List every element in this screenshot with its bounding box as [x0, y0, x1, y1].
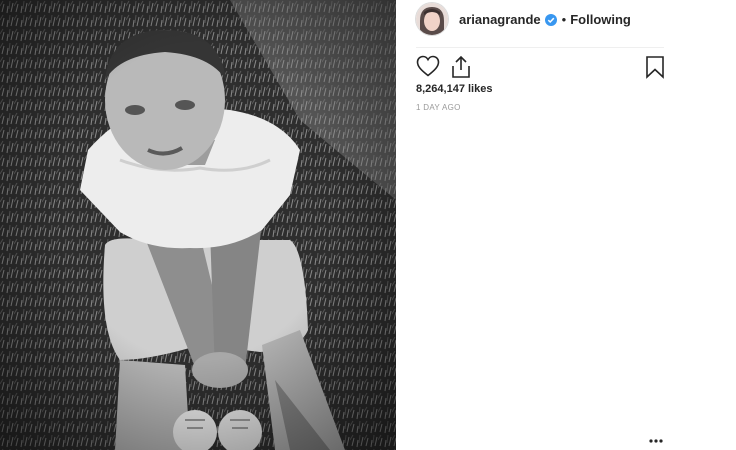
heart-icon[interactable]: [416, 55, 440, 82]
separator-dot: •: [561, 11, 567, 27]
share-icon[interactable]: [450, 55, 472, 84]
post-details-panel: arianagrande • Following 8,264,147 likes…: [396, 0, 736, 450]
likes-count[interactable]: 8,264,147 likes: [416, 83, 492, 95]
verified-badge-icon: [544, 13, 557, 26]
header-divider: [416, 47, 664, 48]
post-photo-image: [0, 0, 396, 450]
post-timestamp[interactable]: 1 DAY AGO: [416, 103, 461, 112]
more-options-icon[interactable]: [648, 432, 664, 443]
author-avatar[interactable]: [416, 3, 448, 35]
action-bar: [416, 55, 668, 81]
bookmark-icon[interactable]: [645, 55, 665, 84]
post-header: arianagrande • Following: [416, 2, 664, 36]
following-button[interactable]: Following: [570, 12, 631, 27]
post-photo[interactable]: [0, 0, 396, 450]
author-username[interactable]: arianagrande: [459, 12, 541, 27]
avatar-image: [416, 3, 448, 35]
